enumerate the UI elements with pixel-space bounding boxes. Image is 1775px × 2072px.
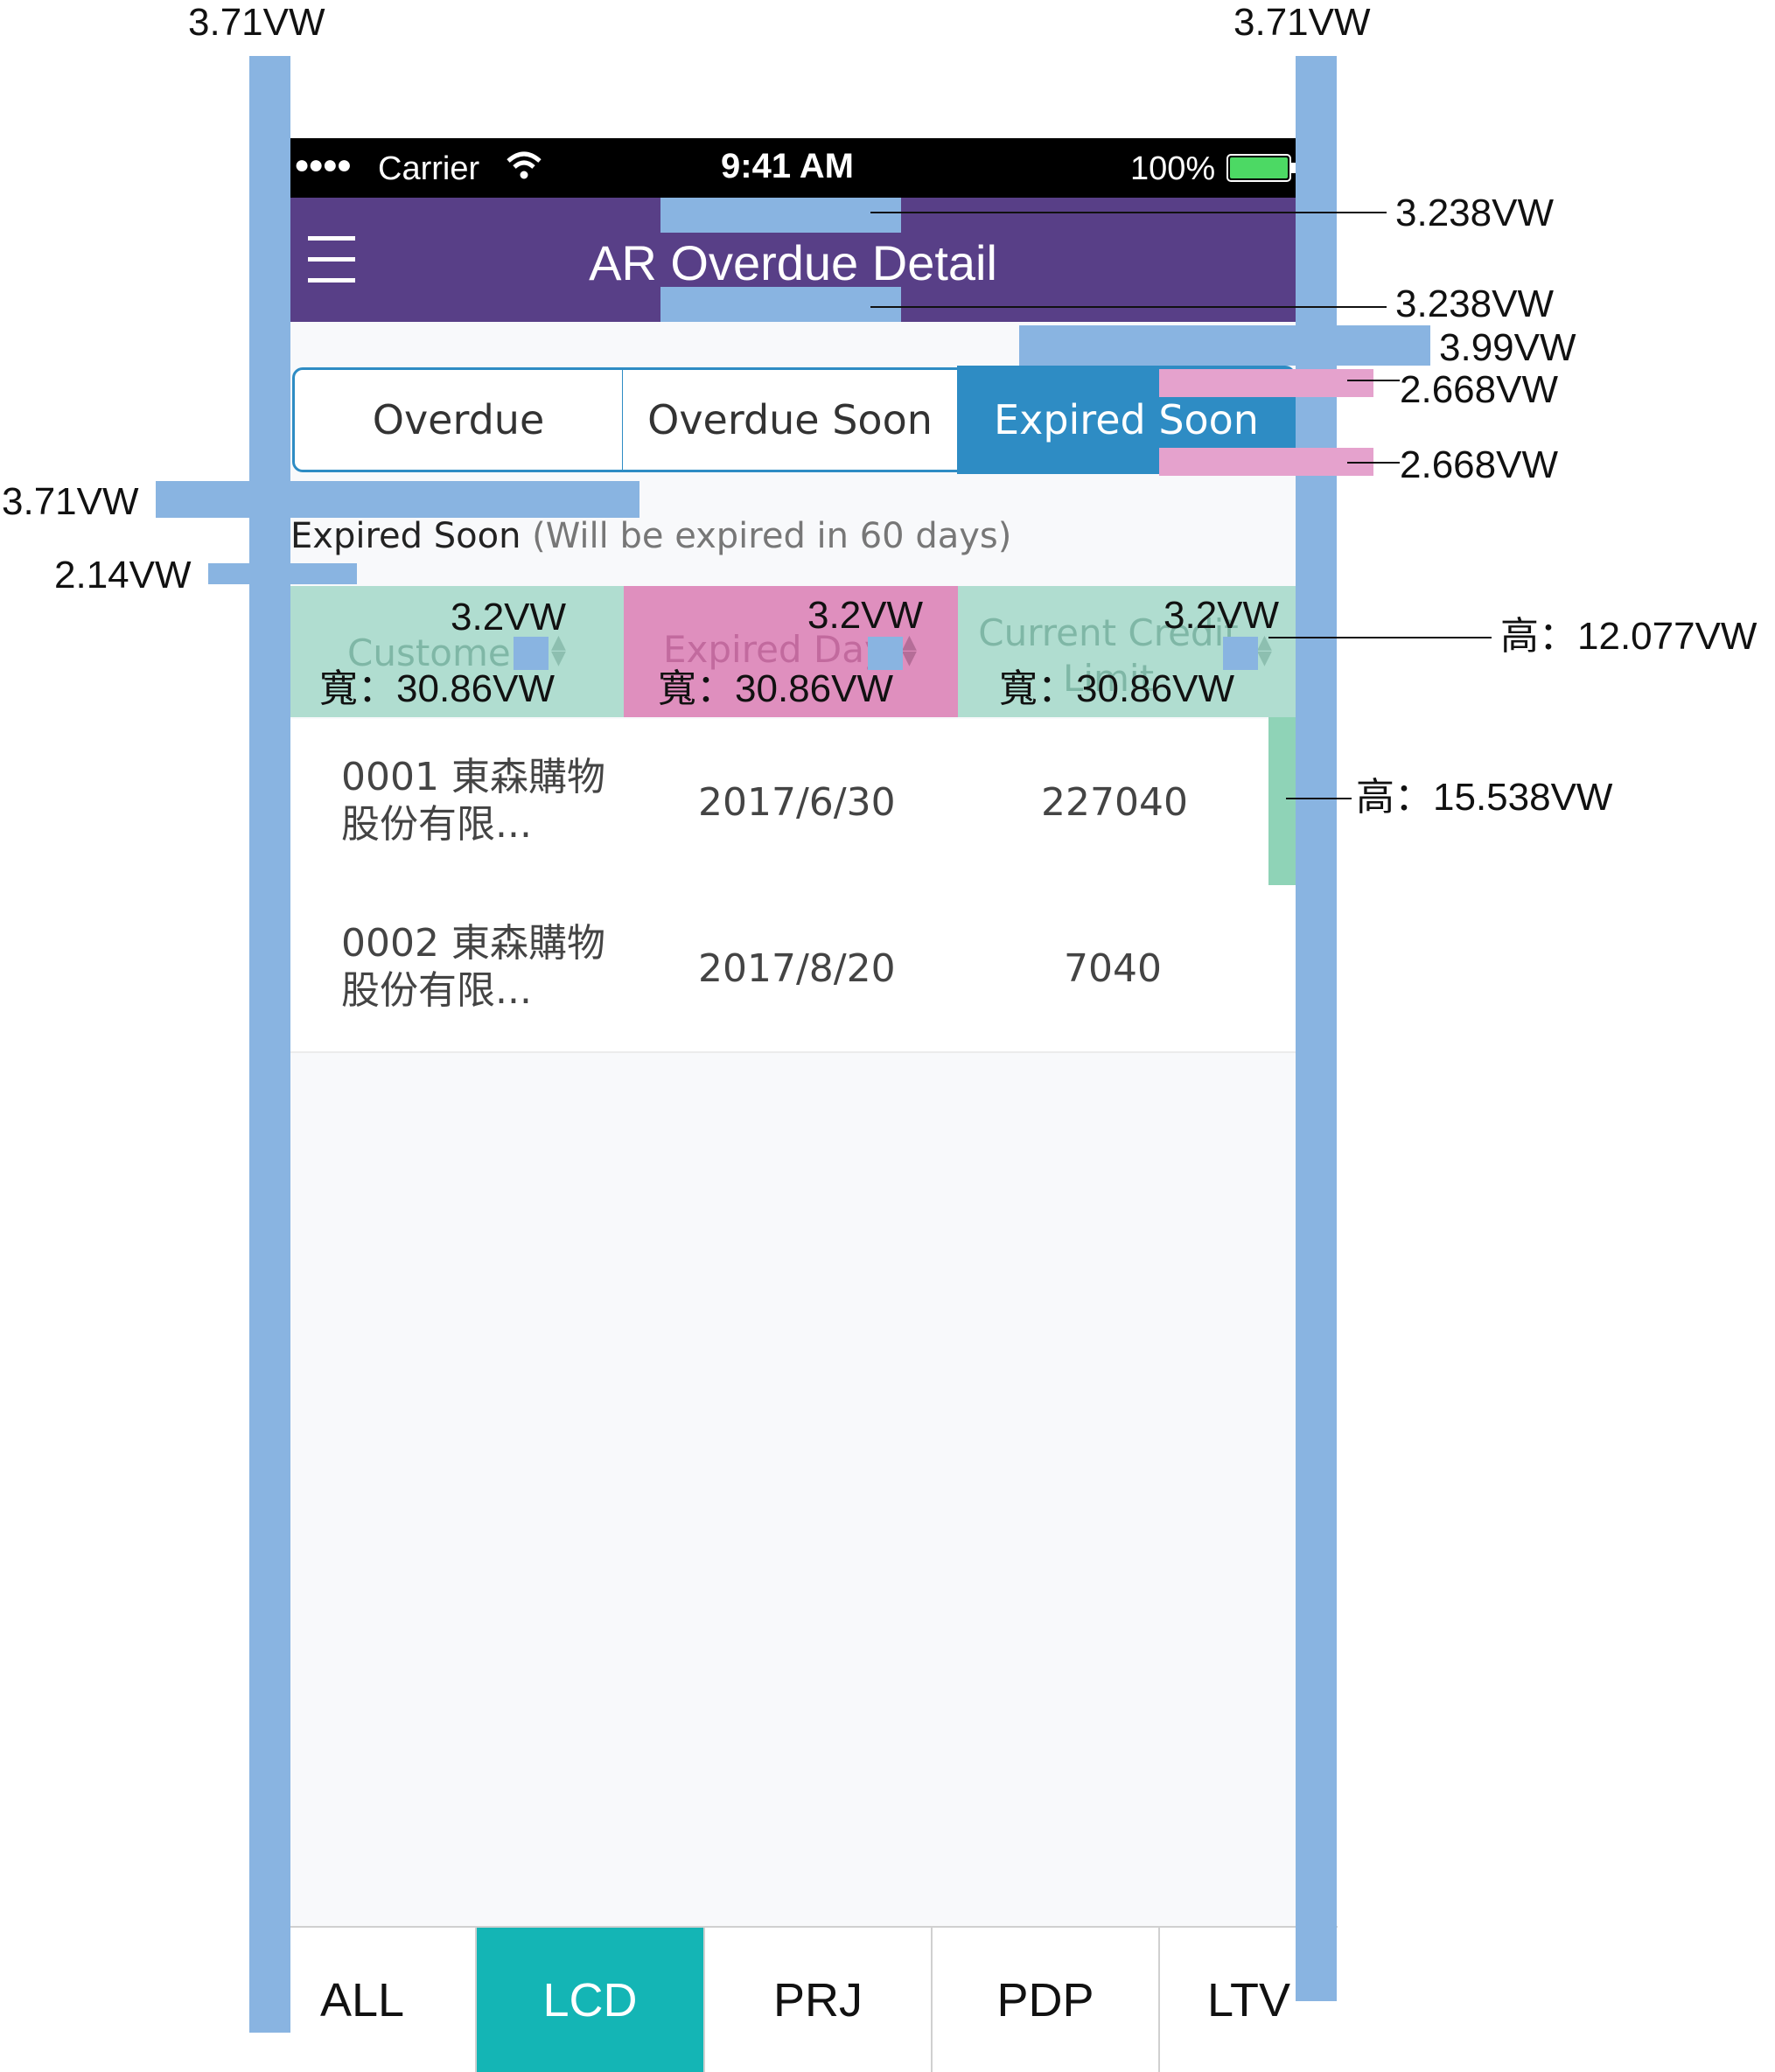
leader-line — [1347, 462, 1400, 464]
section-subtitle: (Will be expired in 60 days) — [532, 516, 1012, 556]
customer-cell: 0002 東森購物 股份有限... — [341, 920, 605, 1015]
carrier-label: Carrier — [378, 150, 480, 187]
section-gap-label: 3.71VW — [2, 480, 139, 523]
leader-line — [1286, 798, 1352, 799]
header-pad-top-guide — [660, 198, 901, 233]
expired-day-cell: 2017/8/20 — [698, 946, 896, 991]
sort-icon[interactable]: ▲ ▼ — [902, 633, 917, 668]
section-pad-label: 2.14VW — [54, 554, 192, 596]
row-height-label: 高：15.538VW — [1356, 776, 1613, 819]
section-pad-guide — [208, 563, 357, 584]
section-title-main: Expired Soon — [290, 516, 521, 556]
tab-prj[interactable]: PRJ — [705, 1928, 933, 2072]
segment-overdue-soon[interactable]: Overdue Soon — [623, 367, 957, 472]
segment-gap-guide — [1019, 325, 1430, 366]
status-bar: ●●●● Carrier 9:41 AM 100% — [290, 138, 1296, 198]
margin-left-label: 3.71VW — [188, 1, 325, 44]
customer-name-cont: 股份有限... — [341, 802, 532, 847]
credit-limit-cell: 227040 — [1041, 780, 1188, 825]
leader-line — [870, 212, 1387, 213]
leader-line — [1268, 637, 1492, 638]
signal-icon: ●●●● — [294, 150, 352, 179]
section-gap-guide — [156, 481, 639, 518]
segment-pad-top-label: 2.668VW — [1400, 368, 1558, 411]
customer-name: 0001 東森購物 — [341, 755, 605, 799]
margin-right-label: 3.71VW — [1233, 1, 1371, 44]
battery-icon — [1226, 154, 1296, 186]
header-pad-bottom-label: 3.238VW — [1395, 283, 1554, 325]
expired-day-cell: 2017/6/30 — [698, 780, 896, 825]
segment-pad-bottom-guide — [1159, 448, 1373, 476]
segment-pad-top-guide — [1159, 369, 1373, 397]
leader-line — [870, 306, 1387, 308]
table-row[interactable]: 0001 東森購物 股份有限... 2017/6/30 227040 — [290, 717, 1296, 887]
section-title: Expired Soon (Will be expired in 60 days… — [290, 516, 1011, 556]
customer-cell: 0001 東森購物 股份有限... — [341, 754, 605, 848]
sort-icon-size-guide — [514, 637, 549, 670]
segment-gap-label: 3.99VW — [1439, 326, 1576, 369]
phone-screen: ●●●● Carrier 9:41 AM 100% AR Overdue Det… — [290, 138, 1296, 1927]
sort-icon[interactable]: ▲ ▼ — [551, 633, 566, 668]
segment-overdue[interactable]: Overdue — [292, 367, 625, 472]
page-title: AR Overdue Detail — [589, 235, 997, 290]
clock: 9:41 AM — [721, 147, 854, 185]
segment-pad-bottom-label: 2.668VW — [1400, 443, 1558, 486]
header-height-label: 高：12.077VW — [1500, 615, 1758, 658]
sort-icon-size-guide — [868, 637, 903, 670]
column-width-label-2: 寬：30.86VW — [658, 667, 893, 710]
tab-pdp[interactable]: PDP — [933, 1928, 1160, 2072]
sort-icon[interactable]: ▲ ▼ — [1257, 633, 1272, 668]
column-width-label-1: 寬：30.86VW — [319, 667, 555, 710]
wifi-icon — [505, 149, 543, 186]
column-width-label-3: 寬：30.86VW — [999, 667, 1234, 710]
customer-name: 0002 東森購物 — [341, 921, 605, 966]
sort-icon-label-1: 3.2VW — [451, 596, 567, 638]
sort-icon-label-2: 3.2VW — [807, 594, 924, 637]
battery-percent: 100% — [1130, 150, 1216, 187]
customer-name-cont: 股份有限... — [341, 968, 532, 1013]
sort-icon-size-guide — [1223, 637, 1258, 670]
leader-line — [1347, 380, 1400, 381]
row-indicator — [1268, 717, 1296, 885]
sort-icon-label-3: 3.2VW — [1164, 594, 1280, 637]
credit-limit-cell: 7040 — [1064, 946, 1162, 991]
header-pad-top-label: 3.238VW — [1395, 192, 1554, 234]
category-tab-bar: ALL LCD PRJ PDP LTV — [249, 1926, 1338, 2072]
table-row[interactable]: 0002 東森購物 股份有限... 2017/8/20 7040 — [290, 885, 1296, 1053]
margin-guide-left — [249, 56, 290, 2033]
tab-lcd[interactable]: LCD — [477, 1928, 705, 2072]
header-pad-bottom-guide — [660, 287, 901, 322]
